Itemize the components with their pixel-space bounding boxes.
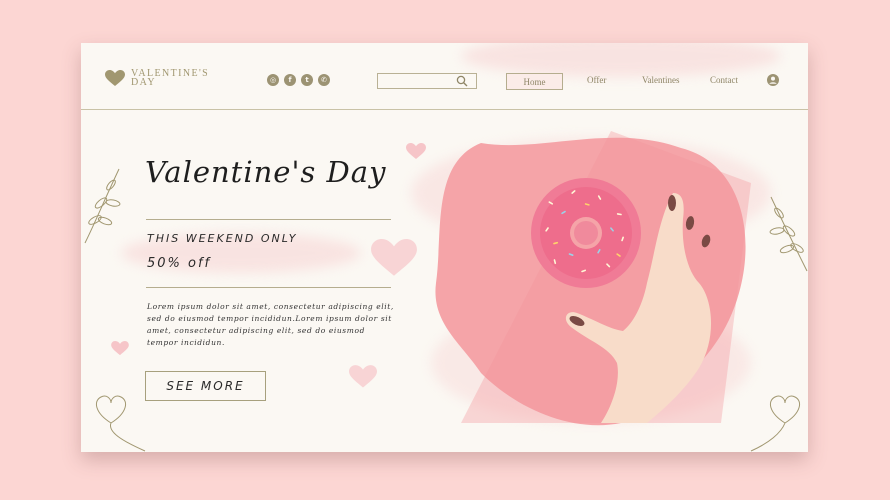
donut-hero-image: [435, 131, 751, 426]
twitter-icon[interactable]: t: [301, 74, 313, 86]
user-icon[interactable]: [767, 74, 779, 86]
hero-description: Lorem ipsum dolor sit amet, consectetur …: [147, 302, 394, 347]
landing-page: VALENTINE'S DAY ◎ f t ✆ Home Offer Valen…: [81, 43, 808, 452]
small-heart-bottom: [349, 365, 377, 388]
facebook-icon[interactable]: f: [284, 74, 296, 86]
instagram-icon[interactable]: ◎: [267, 74, 279, 86]
header-divider: [81, 109, 808, 110]
leaf-branch-left: [84, 168, 121, 244]
brand-name: VALENTINE'S DAY: [131, 69, 217, 88]
watercolor-wash-top: [461, 43, 781, 77]
search-input[interactable]: [378, 78, 462, 91]
brand-logo[interactable]: VALENTINE'S DAY: [105, 69, 217, 88]
nav-offer[interactable]: Offer: [587, 75, 606, 85]
nav-home[interactable]: Home: [506, 73, 563, 90]
brand-name-line2: DAY: [131, 77, 156, 88]
nav-contact[interactable]: Contact: [710, 75, 738, 85]
nav-valentines[interactable]: Valentines: [642, 75, 680, 85]
heart-icon: [105, 69, 125, 86]
medium-heart: [371, 239, 417, 276]
see-more-button[interactable]: SEE MORE: [145, 371, 266, 401]
hero-title: Valentine's Day: [145, 155, 387, 189]
promo-divider: [146, 287, 391, 288]
heart-outline-left: [95, 395, 146, 452]
search-icon[interactable]: [456, 75, 468, 87]
donut: [531, 178, 641, 288]
promo-headline: THIS WEEKEND ONLY: [147, 232, 298, 245]
whatsapp-icon[interactable]: ✆: [318, 74, 330, 86]
small-heart-left: [111, 341, 129, 356]
search-box: [377, 73, 477, 91]
social-links: ◎ f t ✆: [267, 74, 330, 86]
title-divider: [146, 219, 391, 220]
discount-text: 50% off: [147, 256, 212, 271]
